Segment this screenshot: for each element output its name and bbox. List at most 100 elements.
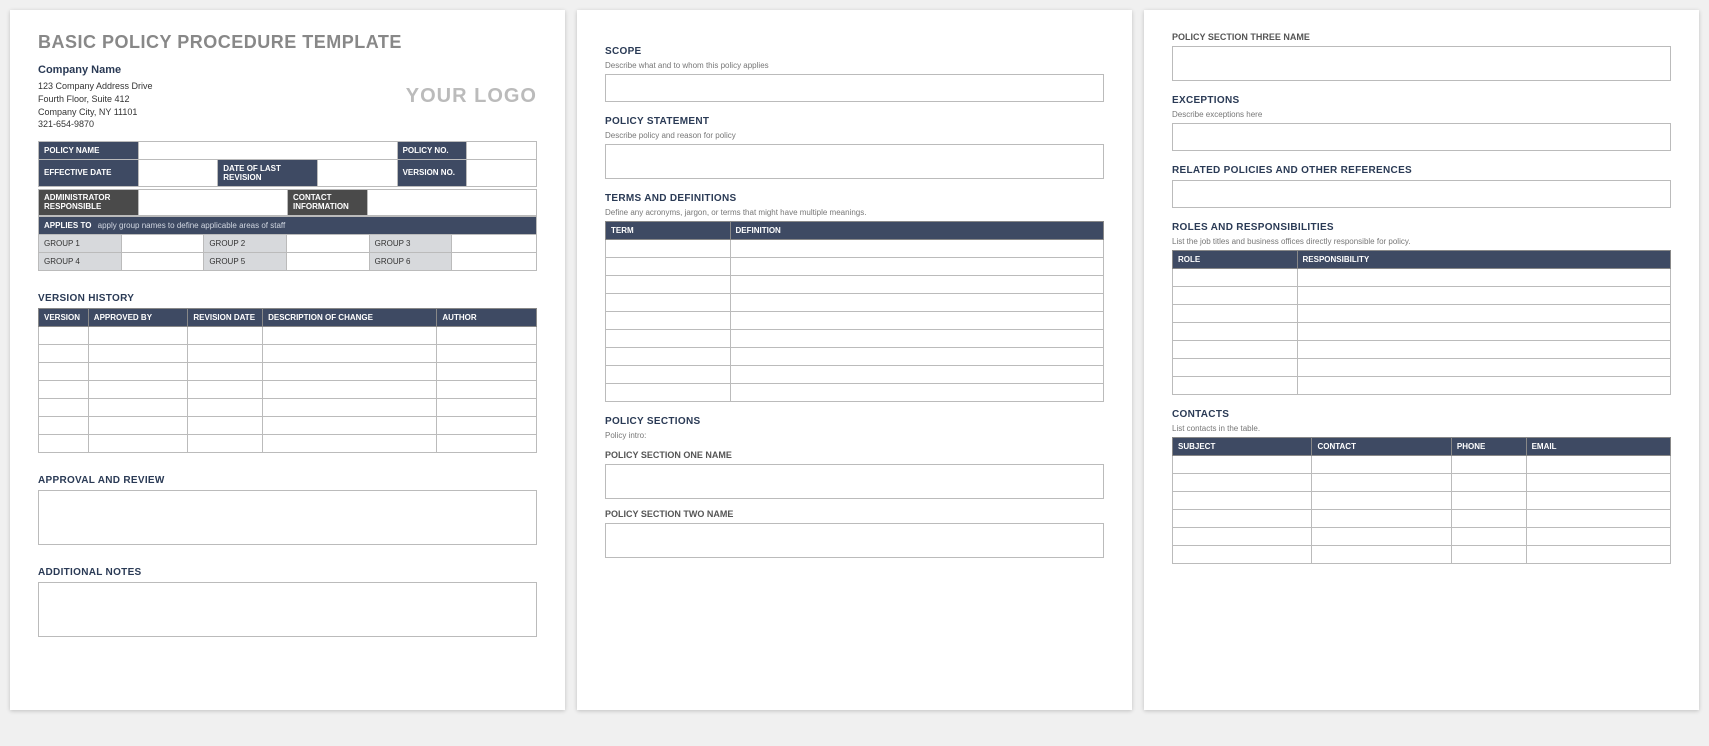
scope-title: SCOPE [605,46,1104,57]
group-3: GROUP 3 [369,235,452,253]
table-row[interactable] [1173,287,1671,305]
contacts-col-subject: SUBJECT [1173,438,1312,456]
group-4: GROUP 4 [39,253,122,271]
table-row[interactable] [1173,492,1671,510]
page-2: SCOPE Describe what and to whom this pol… [577,10,1132,710]
contacts-col-email: EMAIL [1526,438,1670,456]
approval-box[interactable] [38,490,537,545]
table-row[interactable] [1173,546,1671,564]
company-addr2: Fourth Floor, Suite 412 [38,93,153,106]
table-row[interactable] [39,345,537,363]
last-rev-input[interactable] [317,159,397,186]
policy-no-input[interactable] [467,141,537,159]
applies-to-desc: apply group names to define applicable a… [98,221,286,230]
table-row[interactable] [1173,341,1671,359]
section-two-label: POLICY SECTION TWO NAME [605,509,1104,519]
statement-desc: Describe policy and reason for policy [605,131,1104,140]
company-name: Company Name [38,63,153,78]
vh-col-approved: APPROVED BY [88,309,188,327]
table-row[interactable] [1173,474,1671,492]
section-three-box[interactable] [1172,46,1671,81]
policy-name-input[interactable] [138,141,397,159]
table-row[interactable] [39,381,537,399]
contacts-desc: List contacts in the table. [1172,424,1671,433]
terms-table: TERM DEFINITION [605,221,1104,402]
vh-col-revdate: REVISION DATE [188,309,263,327]
table-row[interactable] [606,240,1104,258]
table-row[interactable] [39,435,537,453]
contacts-col-phone: PHONE [1451,438,1526,456]
table-row[interactable] [1173,510,1671,528]
group-6-input[interactable] [452,253,537,271]
table-row[interactable] [39,417,537,435]
eff-date-label: EFFECTIVE DATE [39,159,139,186]
related-box[interactable] [1172,180,1671,208]
contacts-table: SUBJECT CONTACT PHONE EMAIL [1172,437,1671,564]
table-row[interactable] [606,276,1104,294]
table-row[interactable] [606,258,1104,276]
roles-title: ROLES AND RESPONSIBILITIES [1172,222,1671,233]
notes-box[interactable] [38,582,537,637]
exceptions-box[interactable] [1172,123,1671,151]
table-row[interactable] [606,312,1104,330]
eff-date-input[interactable] [138,159,218,186]
group-4-input[interactable] [121,253,204,271]
contact-input[interactable] [367,189,536,216]
table-row[interactable] [39,399,537,417]
statement-box[interactable] [605,144,1104,179]
table-row[interactable] [1173,359,1671,377]
notes-title: ADDITIONAL NOTES [38,567,537,578]
section-two-box[interactable] [605,523,1104,558]
group-5: GROUP 5 [204,253,287,271]
table-row[interactable] [1173,528,1671,546]
group-1-input[interactable] [121,235,204,253]
exceptions-title: EXCEPTIONS [1172,95,1671,106]
section-three-label: POLICY SECTION THREE NAME [1172,32,1671,42]
applies-to-table: APPLIES TO apply group names to define a… [38,216,537,271]
roles-desc: List the job titles and business offices… [1172,237,1671,246]
table-row[interactable] [1173,377,1671,395]
policy-name-label: POLICY NAME [39,141,139,159]
table-row[interactable] [606,294,1104,312]
table-row[interactable] [39,363,537,381]
table-row[interactable] [606,384,1104,402]
roles-table: ROLE RESPONSIBILITY [1172,250,1671,395]
table-row[interactable] [1173,456,1671,474]
table-row[interactable] [606,330,1104,348]
section-one-label: POLICY SECTION ONE NAME [605,450,1104,460]
version-no-input[interactable] [467,159,537,186]
scope-desc: Describe what and to whom this policy ap… [605,61,1104,70]
policy-no-label: POLICY NO. [397,141,467,159]
company-phone: 321-654-9870 [38,118,153,131]
company-addr3: Company City, NY 11101 [38,106,153,119]
group-2-input[interactable] [286,235,369,253]
version-history-title: VERSION HISTORY [38,293,537,304]
version-no-label: VERSION NO. [397,159,467,186]
company-block: Company Name 123 Company Address Drive F… [38,63,153,131]
table-row[interactable] [606,366,1104,384]
table-row[interactable] [1173,305,1671,323]
approval-title: APPROVAL AND REVIEW [38,475,537,486]
company-addr1: 123 Company Address Drive [38,80,153,93]
group-6: GROUP 6 [369,253,452,271]
vh-col-author: AUTHOR [437,309,537,327]
policy-meta-table: POLICY NAME POLICY NO. EFFECTIVE DATE DA… [38,141,537,187]
section-one-box[interactable] [605,464,1104,499]
scope-box[interactable] [605,74,1104,102]
table-row[interactable] [39,327,537,345]
group-2: GROUP 2 [204,235,287,253]
admin-input[interactable] [138,189,287,216]
table-row[interactable] [1173,323,1671,341]
table-row[interactable] [606,348,1104,366]
logo-placeholder: YOUR LOGO [406,85,537,108]
exceptions-desc: Describe exceptions here [1172,110,1671,119]
table-row[interactable] [1173,269,1671,287]
terms-col-term: TERM [606,222,731,240]
terms-col-def: DEFINITION [730,222,1104,240]
applies-to-label: APPLIES TO [44,221,91,230]
group-3-input[interactable] [452,235,537,253]
terms-title: TERMS AND DEFINITIONS [605,193,1104,204]
group-5-input[interactable] [286,253,369,271]
policy-sections-title: POLICY SECTIONS [605,416,1104,427]
page-1: BASIC POLICY PROCEDURE TEMPLATE Company … [10,10,565,710]
